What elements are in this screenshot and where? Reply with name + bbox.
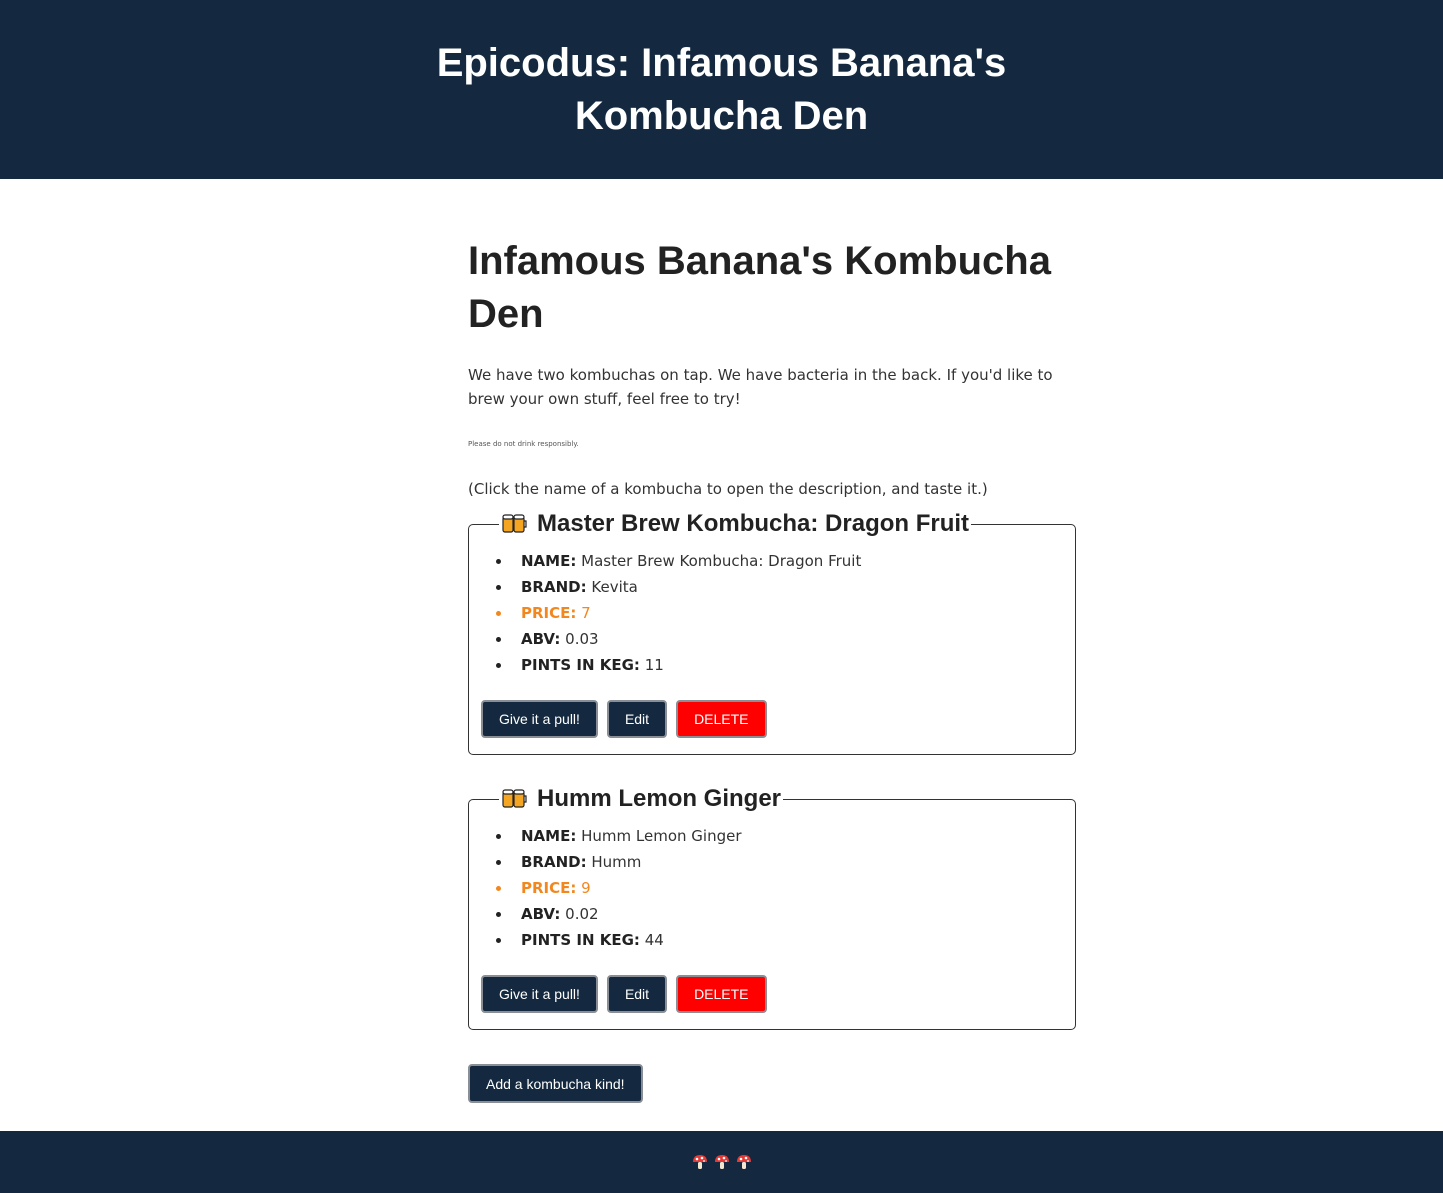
keg-name-value: Humm Lemon Ginger — [581, 827, 742, 845]
keg-pints-row: PINTS IN KEG: 11 — [496, 652, 1063, 678]
keg-actions: Give it a pull! Edit DELETE — [481, 700, 1063, 738]
keg-name-row: NAME: Master Brew Kombucha: Dragon Fruit — [496, 548, 1063, 574]
beer-mugs-icon — [501, 786, 527, 812]
site-footer — [0, 1131, 1443, 1193]
keg-details-list: NAME: Master Brew Kombucha: Dragon Fruit… — [481, 548, 1063, 678]
keg-abv-row: ABV: 0.02 — [496, 901, 1063, 927]
beer-mugs-icon — [501, 511, 527, 537]
keg-price-value: 7 — [581, 604, 591, 622]
keg-brand-value: Kevita — [591, 578, 638, 596]
keg-abv-value: 0.03 — [565, 630, 599, 648]
site-header: Epicodus: Infamous Banana's Kombucha Den — [0, 0, 1443, 179]
brand-label: BRAND: — [521, 578, 587, 596]
keg-card: Humm Lemon Ginger NAME: Humm Lemon Ginge… — [468, 785, 1076, 1030]
keg-title-link[interactable]: Master Brew Kombucha: Dragon Fruit — [499, 510, 971, 538]
edit-button[interactable]: Edit — [606, 700, 668, 738]
price-label: PRICE: — [521, 604, 577, 622]
brand-label: BRAND: — [521, 853, 587, 871]
keg-abv-value: 0.02 — [565, 905, 599, 923]
pints-label: PINTS IN KEG: — [521, 931, 640, 949]
abv-label: ABV: — [521, 905, 561, 923]
name-label: NAME: — [521, 827, 577, 845]
main-content: Infamous Banana's Kombucha Den We have t… — [468, 235, 1076, 1103]
mushroom-icon — [714, 1154, 730, 1170]
delete-button[interactable]: DELETE — [676, 975, 767, 1013]
keg-brand-row: BRAND: Humm — [496, 849, 1063, 875]
keg-brand-value: Humm — [591, 853, 642, 871]
keg-pints-row: PINTS IN KEG: 44 — [496, 927, 1063, 953]
keg-actions: Give it a pull! Edit DELETE — [481, 975, 1063, 1013]
intro-text: We have two kombuchas on tap. We have ba… — [468, 366, 1053, 408]
site-title: Epicodus: Infamous Banana's Kombucha Den — [436, 40, 1007, 138]
keg-title: Master Brew Kombucha: Dragon Fruit — [537, 510, 970, 537]
pints-label: PINTS IN KEG: — [521, 656, 640, 674]
edit-button[interactable]: Edit — [606, 975, 668, 1013]
name-label: NAME: — [521, 552, 577, 570]
keg-pints-value: 11 — [644, 656, 664, 674]
mushroom-icon — [692, 1154, 708, 1170]
pull-button[interactable]: Give it a pull! — [481, 700, 598, 738]
keg-price-row: PRICE: 7 — [496, 600, 1063, 626]
add-kombucha-button[interactable]: Add a kombucha kind! — [468, 1064, 643, 1103]
pull-button[interactable]: Give it a pull! — [481, 975, 598, 1013]
keg-abv-row: ABV: 0.03 — [496, 626, 1063, 652]
keg-price-row: PRICE: 9 — [496, 875, 1063, 901]
delete-button[interactable]: DELETE — [676, 700, 767, 738]
mushroom-icon — [736, 1154, 752, 1170]
keg-title-link[interactable]: Humm Lemon Ginger — [499, 785, 783, 813]
disclaimer-text: Please do not drink responsibly. — [468, 440, 579, 448]
mushroom-row — [692, 1154, 752, 1170]
instruction-text: (Click the name of a kombucha to open th… — [468, 480, 988, 498]
keg-name-row: NAME: Humm Lemon Ginger — [496, 823, 1063, 849]
keg-title: Humm Lemon Ginger — [537, 785, 782, 812]
keg-brand-row: BRAND: Kevita — [496, 574, 1063, 600]
keg-details-list: NAME: Humm Lemon Ginger BRAND: Humm PRIC… — [481, 823, 1063, 953]
keg-card: Master Brew Kombucha: Dragon Fruit NAME:… — [468, 510, 1076, 755]
price-label: PRICE: — [521, 879, 577, 897]
keg-price-value: 9 — [581, 879, 591, 897]
page-title: Infamous Banana's Kombucha Den — [468, 239, 1051, 336]
abv-label: ABV: — [521, 630, 561, 648]
keg-name-value: Master Brew Kombucha: Dragon Fruit — [581, 552, 862, 570]
keg-pints-value: 44 — [644, 931, 664, 949]
